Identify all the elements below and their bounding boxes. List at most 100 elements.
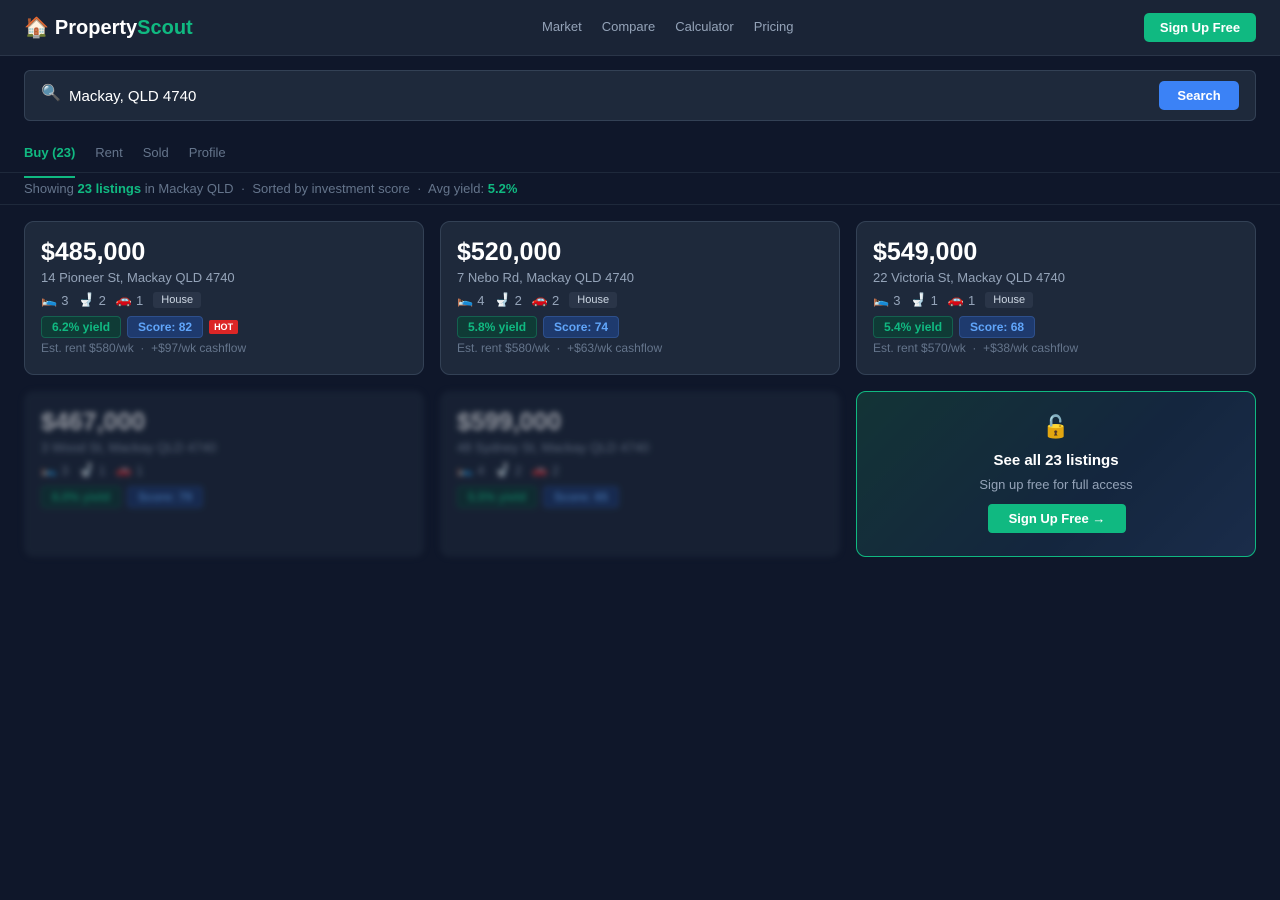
bath-icon: 🚽 [494, 462, 511, 477]
car-icon: 🚗 [947, 292, 965, 307]
bed-count: 4 [477, 292, 485, 308]
bath-icon: 🚽 [494, 292, 511, 307]
listing-card[interactable]: $549,000 22 Victoria St, Mackay QLD 4740… [856, 221, 1256, 375]
car-count: 2 [552, 462, 560, 478]
logo[interactable]: 🏠 PropertyScout [24, 15, 193, 41]
listing-address: 7 Nebo Rd, Mackay QLD 4740 [457, 270, 635, 285]
lock-icon: 🔓 [1042, 414, 1070, 439]
summary-location: in Mackay QLD [144, 181, 234, 196]
listing-address: 14 Pioneer St, Mackay QLD 4740 [41, 270, 235, 285]
car-count: 1 [968, 292, 976, 308]
listing-price: $599,000 [457, 408, 562, 436]
nav-pricing[interactable]: Pricing [754, 19, 794, 34]
bath-count: 1 [98, 462, 106, 478]
tab-buy[interactable]: Buy (23) [24, 145, 76, 178]
car-count: 2 [552, 292, 560, 308]
property-type-badge: House [153, 292, 202, 308]
logo-text-property: Property [54, 16, 138, 39]
yield-badge: 5.5% yield [457, 486, 538, 508]
listing-badges: 5.5% yield Score: 65 [457, 486, 823, 508]
listing-features: 🛌 3 🚽 1 🚗 1 [41, 462, 407, 478]
car-icon: 🚗 [115, 292, 133, 307]
upsell-title: See all 23 listings [993, 452, 1119, 469]
car-icon: 🚗 [531, 462, 549, 477]
nav-market[interactable]: Market [542, 19, 582, 34]
main-nav: Market Compare Calculator Pricing [542, 19, 793, 34]
yield-badge: 5.4% yield [873, 316, 954, 338]
tab-rent[interactable]: Rent [95, 145, 122, 178]
locked-listing-card: $599,000 48 Sydney St, Mackay QLD 4740 🛌… [440, 391, 840, 557]
listing-tabs: Buy (23) Rent Sold Profile [24, 145, 226, 178]
score-badge: Score: 79 [127, 486, 204, 508]
hot-badge: HOT [209, 320, 239, 334]
score-badge: Score: 65 [543, 486, 620, 508]
summary-avg-yield: 5.2% [487, 181, 518, 196]
summary-divider [0, 204, 1280, 205]
bath-count: 2 [514, 462, 522, 478]
bed-icon: 🛌 [457, 462, 474, 477]
listing-price: $485,000 [41, 238, 146, 266]
logo-text-scout: Scout [137, 16, 193, 39]
score-badge: Score: 82 [127, 316, 204, 338]
listing-badges: 6.0% yield Score: 79 [41, 486, 407, 508]
listing-card[interactable]: $520,000 7 Nebo Rd, Mackay QLD 4740 🛌 4 🚽… [440, 221, 840, 375]
listing-address: 48 Sydney St, Mackay QLD 4740 [457, 440, 650, 455]
property-type-badge: House [985, 292, 1034, 308]
listing-address: 3 Wood St, Mackay QLD 4740 [41, 440, 217, 455]
summary-avg-label: Avg yield: [428, 181, 485, 196]
bath-count: 2 [514, 292, 522, 308]
listing-features: 🛌 4 🚽 2 🚗 2 [457, 462, 823, 478]
listing-badges: 5.8% yield Score: 74 [457, 316, 823, 338]
nav-calculator[interactable]: Calculator [675, 19, 734, 34]
house-icon: 🏠 [24, 17, 49, 39]
search-input[interactable] [69, 84, 1149, 108]
car-icon: 🚗 [531, 292, 549, 307]
listing-features: 🛌 4 🚽 2 🚗 2 House [457, 292, 823, 308]
listing-badges: 6.2% yield Score: 82 HOT [41, 316, 407, 338]
car-icon: 🚗 [115, 462, 133, 477]
score-badge: Score: 74 [543, 316, 620, 338]
listing-badges: 5.4% yield Score: 68 [873, 316, 1239, 338]
summary-separator: · [417, 181, 422, 196]
signup-upsell-card: 🔓 See all 23 listings Sign up free for f… [856, 391, 1256, 557]
upsell-subtitle: Sign up free for full access [979, 477, 1133, 492]
top-bar: 🏠 PropertyScout Market Compare Calculato… [0, 0, 1280, 56]
bed-icon: 🛌 [41, 462, 58, 477]
nav-compare[interactable]: Compare [602, 19, 655, 34]
yield-badge: 6.2% yield [41, 316, 122, 338]
bed-count: 3 [893, 292, 901, 308]
listing-price: $520,000 [457, 238, 562, 266]
listing-rent-info: Est. rent $570/wk · +$38/wk cashflow [873, 341, 1079, 355]
bath-icon: 🚽 [910, 292, 927, 307]
property-type-badge: House [569, 292, 618, 308]
search-icon: 🔍 [41, 85, 61, 102]
listing-features: 🛌 3 🚽 1 🚗 1 House [873, 292, 1239, 308]
results-summary: Showing 23 listings in Mackay QLD · Sort… [24, 181, 517, 196]
bed-icon: 🛌 [873, 292, 890, 307]
listing-price: $549,000 [873, 238, 978, 266]
tab-sold[interactable]: Sold [143, 145, 169, 178]
cashflow: +$63/wk cashflow [567, 341, 663, 355]
est-rent: Est. rent $580/wk [41, 341, 134, 355]
summary-count: 23 listings [77, 181, 142, 196]
tabs-divider [0, 172, 1280, 173]
listing-card[interactable]: $485,000 14 Pioneer St, Mackay QLD 4740 … [24, 221, 424, 375]
yield-badge: 5.8% yield [457, 316, 538, 338]
bath-count: 1 [930, 292, 938, 308]
search-bar: 🔍 Search [24, 70, 1256, 121]
search-button[interactable]: Search [1159, 81, 1239, 110]
tab-profile[interactable]: Profile [189, 145, 226, 178]
bath-icon: 🚽 [78, 462, 95, 477]
cashflow: +$97/wk cashflow [151, 341, 247, 355]
est-rent: Est. rent $580/wk [457, 341, 550, 355]
bed-icon: 🛌 [41, 292, 58, 307]
score-badge: Score: 68 [959, 316, 1036, 338]
listing-features: 🛌 3 🚽 2 🚗 1 House [41, 292, 407, 308]
bath-icon: 🚽 [78, 292, 95, 307]
bath-count: 2 [98, 292, 106, 308]
yield-badge: 6.0% yield [41, 486, 122, 508]
upsell-signup-button[interactable]: Sign Up Free → [988, 504, 1126, 533]
summary-prefix: Showing [24, 181, 74, 196]
listing-price: $467,000 [41, 408, 146, 436]
header-signup-button[interactable]: Sign Up Free [1144, 13, 1256, 42]
